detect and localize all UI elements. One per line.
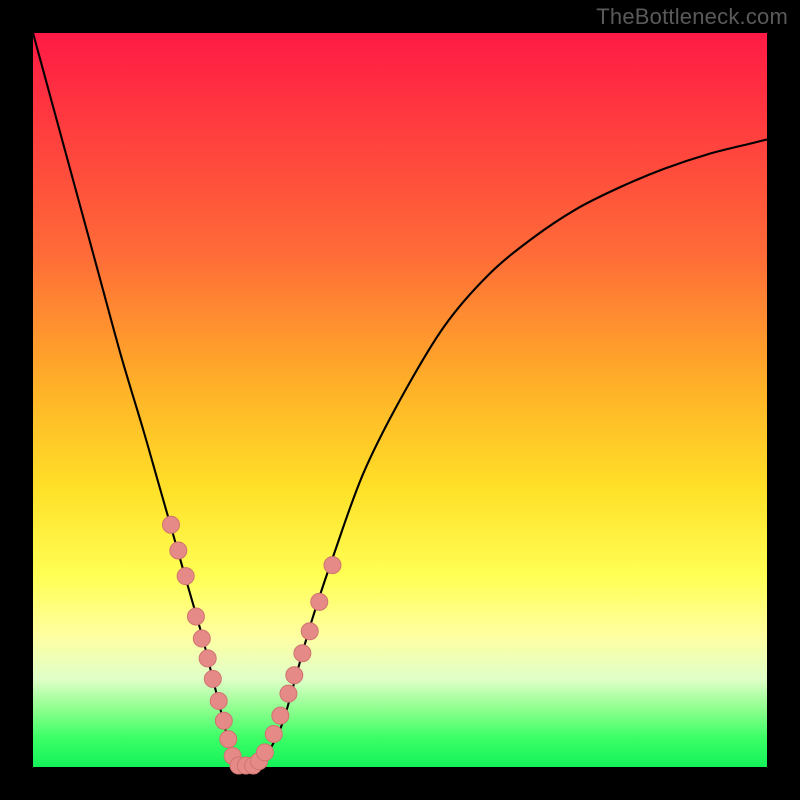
marker-dot: [187, 608, 204, 625]
watermark-text: TheBottleneck.com: [596, 4, 788, 30]
marker-dot: [210, 692, 227, 709]
marker-dot: [280, 685, 297, 702]
marker-dot: [324, 557, 341, 574]
marker-layer: [162, 516, 340, 774]
marker-dot: [286, 667, 303, 684]
marker-dot: [265, 725, 282, 742]
marker-dot: [170, 542, 187, 559]
marker-dot: [220, 731, 237, 748]
bottleneck-curve: [33, 33, 767, 768]
chart-plot-area: [33, 33, 767, 767]
marker-dot: [311, 593, 328, 610]
marker-dot: [204, 670, 221, 687]
marker-dot: [301, 623, 318, 640]
chart-frame: TheBottleneck.com: [0, 0, 800, 800]
marker-dot: [256, 744, 273, 761]
marker-dot: [199, 650, 216, 667]
marker-dot: [177, 568, 194, 585]
marker-dot: [162, 516, 179, 533]
curve-layer: [33, 33, 767, 768]
chart-svg: [33, 33, 767, 767]
marker-dot: [294, 645, 311, 662]
marker-dot: [215, 712, 232, 729]
marker-dot: [193, 630, 210, 647]
marker-dot: [272, 707, 289, 724]
